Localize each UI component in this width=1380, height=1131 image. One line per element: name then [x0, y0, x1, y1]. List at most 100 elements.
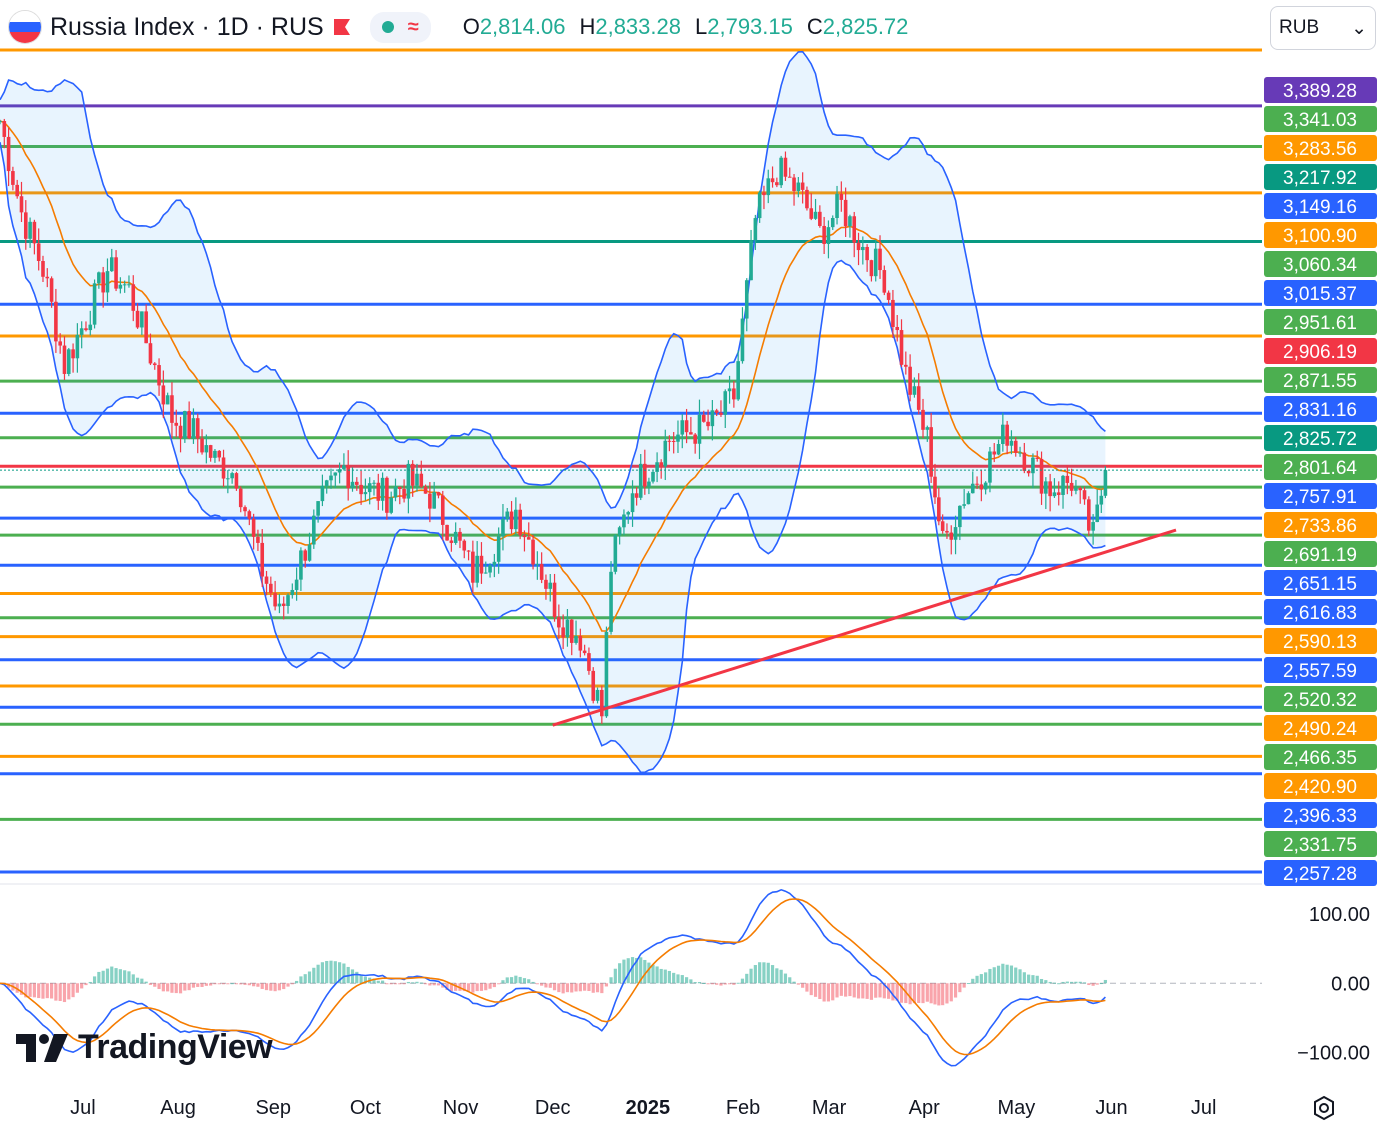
macd-histogram-bar [667, 970, 671, 984]
tradingview-logo[interactable]: TradingView [16, 1028, 273, 1067]
macd-histogram-bar [436, 983, 441, 986]
candle-body [380, 477, 385, 501]
price-label-text: 2,951.61 [1283, 313, 1357, 334]
candle-body [787, 176, 792, 178]
candle-body [1082, 490, 1087, 500]
macd-histogram-bar [114, 968, 118, 984]
candle-body [809, 208, 814, 219]
candle-body [41, 260, 45, 277]
candle-body [19, 196, 24, 213]
candle-body [676, 434, 680, 442]
candle-body [501, 519, 505, 537]
macd-histogram-bar [702, 982, 706, 984]
candle-body [899, 330, 904, 365]
candle-body [753, 218, 758, 241]
candle-body [1026, 470, 1031, 474]
macd-histogram-bar [256, 983, 260, 987]
macd-histogram-bar [732, 983, 736, 985]
tradingview-mark-icon [16, 1033, 68, 1062]
status-dot-icon [381, 21, 394, 33]
candle-body [359, 484, 363, 495]
candle-body [492, 561, 497, 566]
candle-body [15, 184, 19, 197]
macd-histogram-bar [540, 983, 544, 986]
macd-histogram-bar [230, 983, 234, 985]
candle-body [569, 619, 574, 643]
candle-body [539, 564, 544, 580]
candle-body [940, 521, 945, 531]
candle-body [509, 511, 514, 530]
macd-histogram-bar [1078, 981, 1082, 984]
price-label-text: 2,733.86 [1283, 516, 1357, 537]
macd-histogram-bar [518, 976, 522, 984]
macd-histogram-bar [105, 968, 110, 984]
candle-body [617, 527, 622, 536]
candle-body [354, 481, 359, 485]
macd-histogram-bar [522, 978, 527, 984]
macd-histogram-bar [852, 983, 856, 998]
macd-histogram-bar [415, 981, 419, 984]
macd-histogram-bar [966, 983, 971, 985]
candle-body [415, 473, 419, 486]
macd-histogram-bar [869, 983, 874, 1000]
price-chart[interactable]: 3,389.28 3,341.03 3,283.56 3,217.92 3,149.16… [0, 0, 1380, 1131]
close-key: C [806, 14, 823, 39]
currency-select[interactable]: RUB ⌄ [1270, 6, 1376, 50]
flag-marker-icon[interactable] [332, 18, 352, 36]
candle-body [294, 579, 299, 590]
macd-histogram-bar [788, 977, 792, 984]
macd-histogram-bar [723, 983, 727, 985]
macd-histogram-bar [672, 972, 676, 984]
indicator-status-pill[interactable]: ≈ [369, 11, 431, 43]
price-label-text: 2,257.28 [1283, 864, 1357, 885]
candle-body [762, 192, 766, 196]
candle-body [659, 462, 663, 467]
candle-body [574, 635, 578, 643]
candle-body [1099, 495, 1104, 505]
x-axis-tick: Sep [255, 1097, 291, 1119]
macd-histogram-bar [561, 983, 565, 994]
macd-histogram-bar [307, 971, 312, 984]
macd-histogram-bar [92, 976, 97, 984]
macd-histogram-bar [835, 983, 839, 998]
candle-body [479, 555, 484, 574]
macd-histogram-bar [355, 971, 359, 984]
candle-body [916, 386, 921, 410]
macd-histogram-bar [651, 964, 655, 984]
macd-histogram-bar [1005, 964, 1009, 984]
macd-histogram-bar [1087, 983, 1091, 986]
candle-body [333, 472, 338, 476]
macd-histogram-bar [801, 983, 805, 988]
macd-histogram-bar [204, 983, 208, 986]
candle-body [238, 488, 243, 508]
candle-body [462, 540, 467, 551]
candle-body [157, 365, 161, 386]
macd-histogram-bar [933, 983, 937, 1005]
macd-histogram-bar [247, 983, 251, 986]
macd-histogram-bar [342, 963, 346, 984]
x-axis-tick: Nov [443, 1097, 479, 1119]
macd-histogram-bar [693, 982, 697, 984]
candle-body [587, 653, 591, 671]
macd-histogram-bar [595, 983, 600, 993]
candle-body [75, 334, 80, 359]
candle-body [449, 540, 454, 543]
candle-body [230, 473, 234, 479]
macd-histogram-bar [41, 983, 45, 999]
symbol-title[interactable]: Russia Index · 1D · RUS [50, 13, 324, 42]
candle-body [856, 242, 861, 251]
candle-body [475, 555, 479, 583]
candle-body [316, 501, 320, 516]
candle-body [852, 216, 857, 243]
candle-body [548, 582, 553, 589]
candle-body [28, 221, 32, 239]
macd-histogram-bar [28, 983, 32, 997]
candle-body [953, 527, 958, 540]
macd-histogram-bar [753, 965, 757, 984]
candle-body [208, 445, 213, 458]
candle-body [127, 284, 131, 286]
macd-histogram-bar [221, 983, 226, 985]
macd-histogram-bar [101, 970, 105, 984]
settings-gear-icon[interactable] [1310, 1094, 1338, 1122]
macd-histogram-bar [140, 978, 144, 984]
